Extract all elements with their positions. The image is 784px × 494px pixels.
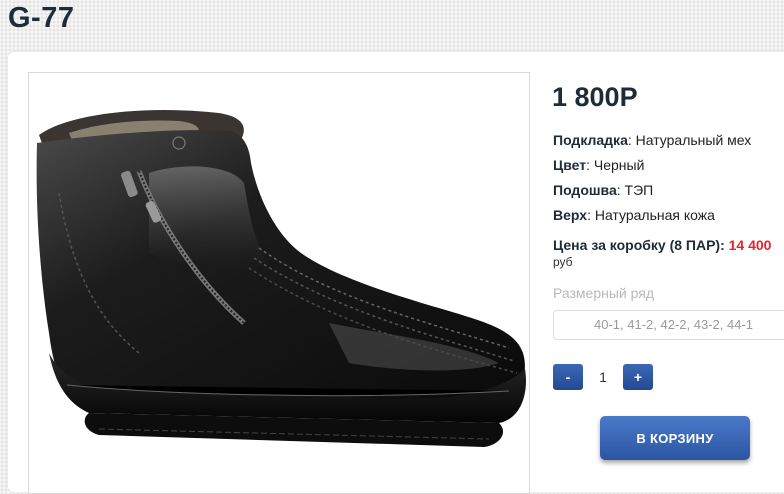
spec-value: : ТЭП [616, 182, 654, 198]
spec-label: Подкладка [553, 132, 628, 148]
box-price-label: Цена за коробку (8 ПАР): [553, 237, 725, 253]
spec-label: Цвет [553, 157, 587, 173]
size-select[interactable]: 40-1, 41-2, 42-2, 43-2, 44-1 [553, 310, 784, 340]
quantity-increase-button[interactable]: + [623, 364, 653, 390]
spec-sole: Подошва: ТЭП [553, 181, 751, 206]
product-image[interactable] [28, 72, 530, 494]
product-price: 1 800Р [552, 82, 638, 112]
spec-upper: Верх: Натуральная кожа [553, 206, 751, 231]
spec-lining: Подкладка: Натуральный мех [553, 131, 751, 156]
spec-color: Цвет: Черный [553, 156, 751, 181]
spec-value: : Натуральная кожа [587, 207, 715, 223]
quantity-decrease-button[interactable]: - [553, 364, 583, 390]
box-price-unit: руб [553, 255, 573, 269]
product-specs: Подкладка: Натуральный мех Цвет: Черный … [553, 131, 751, 231]
spec-value: : Черный [586, 157, 645, 173]
boot-image [36, 109, 526, 447]
box-price-value: 14 400 [728, 237, 772, 253]
product-title: G-77 [8, 2, 75, 34]
spec-label: Верх [553, 207, 588, 223]
spec-value: : Натуральный мех [627, 132, 752, 148]
size-label: Размерный ряд [553, 285, 655, 301]
add-to-cart-button[interactable]: В КОРЗИНУ [600, 416, 750, 460]
box-price: Цена за коробку (8 ПАР): 14 400 руб [553, 237, 784, 270]
spec-label: Подошва [553, 182, 617, 198]
quantity-input[interactable] [588, 364, 618, 390]
